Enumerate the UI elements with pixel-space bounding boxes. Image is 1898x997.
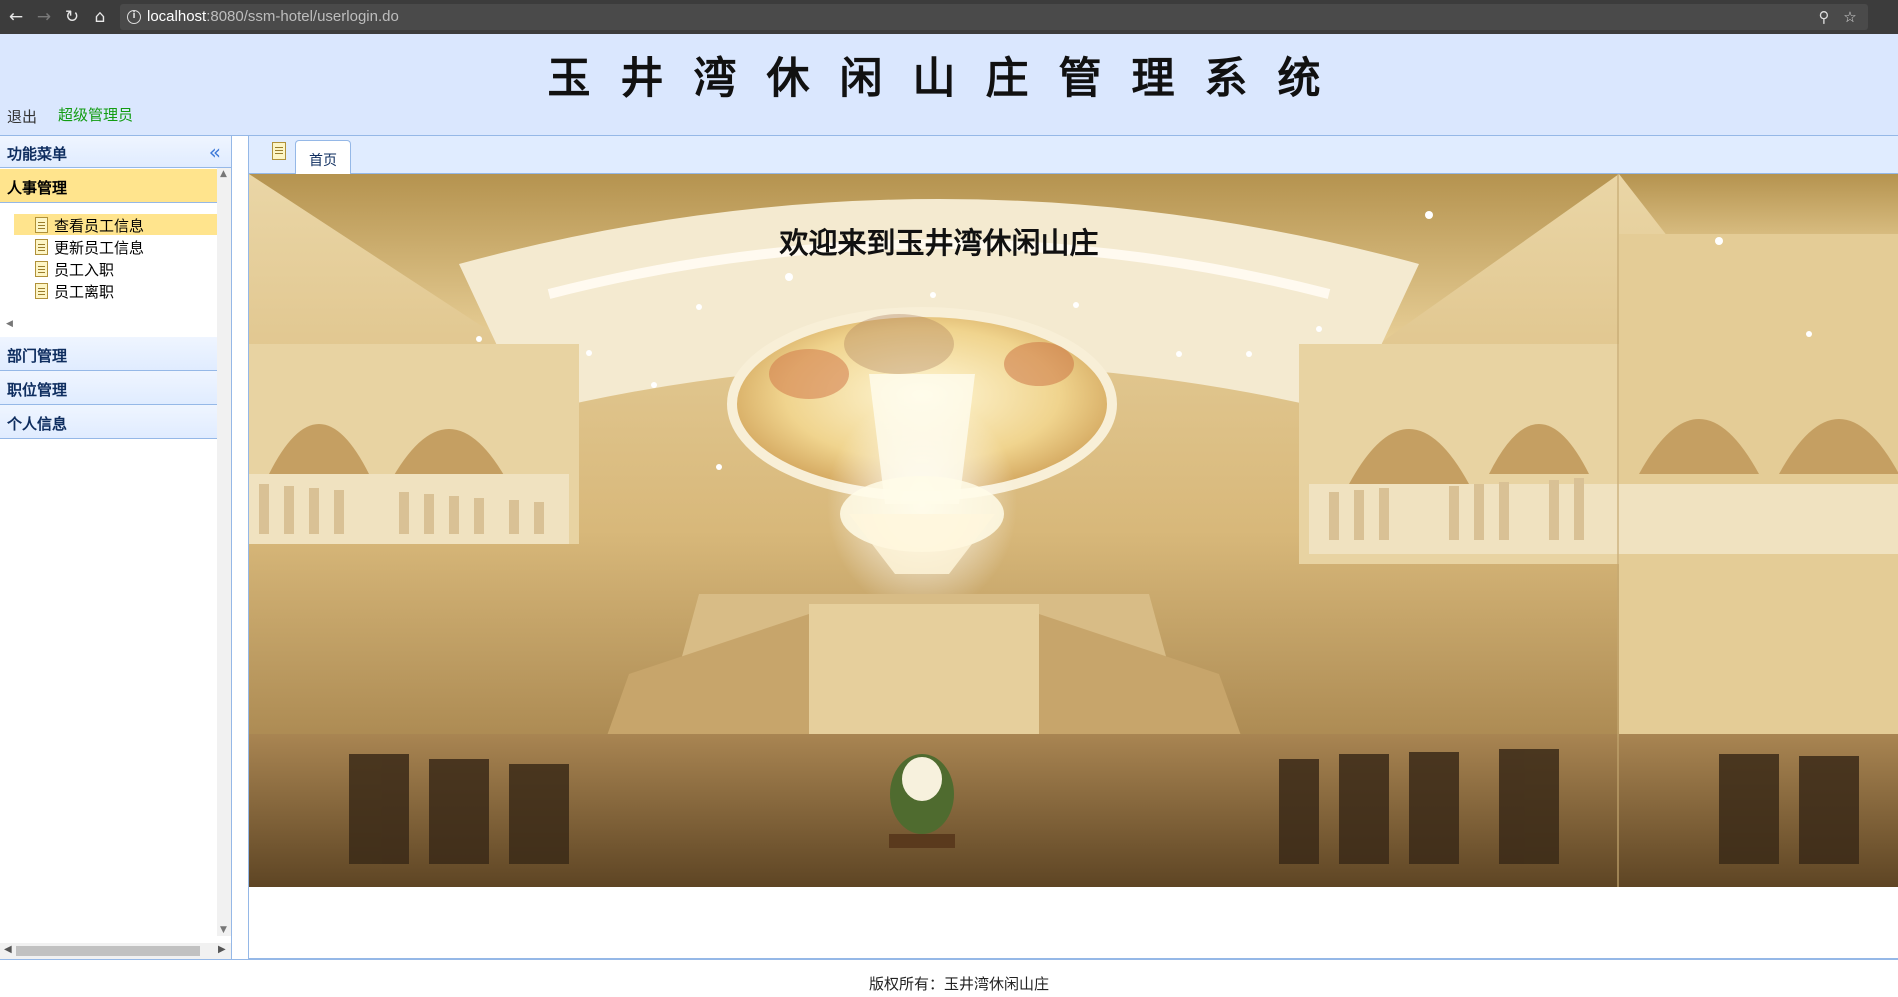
document-icon xyxy=(35,261,48,277)
copyright-text: 版权所有：玉井湾休闲山庄 xyxy=(868,975,1049,993)
scrollbar-thumb[interactable] xyxy=(16,946,200,956)
tab-content-home: 欢迎来到玉井湾休闲山庄 xyxy=(249,174,1898,959)
scroll-up-icon[interactable]: ▲ xyxy=(220,169,227,179)
system-title: 玉井湾休闲山庄管理系统 xyxy=(547,54,1351,104)
tree-item-label: 查看员工信息 xyxy=(54,217,145,235)
tree-item-label: 员工离职 xyxy=(54,283,115,301)
accordion-label: 职位管理 xyxy=(7,381,68,399)
scroll-left-icon[interactable]: ◀ xyxy=(4,944,12,955)
tree-item-employee-onboard[interactable]: 员工入职 xyxy=(14,258,218,279)
page-footer: 版权所有：玉井湾休闲山庄 xyxy=(0,959,1898,997)
menu-panel-title: 功能菜单 xyxy=(7,145,68,163)
browser-toolbar: ← → ↻ ⌂ i localhost:8080/ssm-hotel/userl… xyxy=(0,0,1898,34)
accordion-label: 部门管理 xyxy=(7,347,68,365)
back-icon[interactable]: ← xyxy=(4,5,28,29)
accordion-header-personnel[interactable]: 人事管理 ˆ xyxy=(0,169,231,203)
tabs-header: 首页 xyxy=(249,136,1898,175)
document-icon xyxy=(35,217,48,233)
tree-item-employee-leave[interactable]: 员工离职 xyxy=(14,280,218,301)
accordion-header-profile[interactable]: 个人信息 ˇ xyxy=(0,405,231,439)
accordion-label: 人事管理 xyxy=(7,179,68,197)
tree-item-label: 更新员工信息 xyxy=(54,239,145,257)
accordion-header-department[interactable]: 部门管理 ˇ xyxy=(0,337,231,371)
document-icon xyxy=(35,239,48,255)
url-text[interactable]: localhost:8080/ssm-hotel/userlogin.do xyxy=(147,8,399,25)
address-bar[interactable]: i localhost:8080/ssm-hotel/userlogin.do … xyxy=(120,4,1868,30)
menu-horizontal-scrollbar[interactable]: ◀ ▶ xyxy=(0,943,231,959)
username-label: 超级管理员 xyxy=(58,106,134,124)
tab-label: 首页 xyxy=(309,153,337,169)
forward-icon[interactable]: → xyxy=(32,5,56,29)
zoom-icon[interactable]: ⚲ xyxy=(1814,7,1834,27)
menu-panel-header: 功能菜单 « xyxy=(0,136,231,168)
tree-item-update-employee[interactable]: 更新员工信息 xyxy=(14,236,218,257)
menu-vertical-scrollbar[interactable]: ▲ ▼ xyxy=(217,168,231,936)
reload-icon[interactable]: ↻ xyxy=(60,5,84,29)
info-icon[interactable]: i xyxy=(127,10,141,24)
scroll-right-icon[interactable]: ▶ xyxy=(218,944,226,955)
document-icon xyxy=(269,140,289,162)
accordion-label: 个人信息 xyxy=(7,415,68,433)
document-icon xyxy=(35,283,48,299)
page-header: 玉井湾休闲山庄管理系统 退出 超级管理员 xyxy=(0,34,1898,136)
collapse-left-icon[interactable]: « xyxy=(209,140,221,164)
scroll-left-icon[interactable]: ◀ xyxy=(6,319,13,329)
tree-scrollbar[interactable]: ◀ ▶ xyxy=(2,319,228,332)
tab-home[interactable]: 首页 xyxy=(295,140,351,175)
tree-item-label: 员工入职 xyxy=(54,261,115,279)
function-menu-panel: 功能菜单 « 人事管理 ˆ 查看员工信息 更新员工信息 员工入职 员工离职 ◀ … xyxy=(0,136,232,959)
accordion-body-personnel: 查看员工信息 更新员工信息 员工入职 员工离职 ◀ ▶ xyxy=(0,204,231,336)
star-icon[interactable]: ☆ xyxy=(1840,7,1860,27)
accordion-header-position[interactable]: 职位管理 ˇ xyxy=(0,371,231,405)
home-icon[interactable]: ⌂ xyxy=(88,5,112,29)
tree-item-view-employee[interactable]: 查看员工信息 xyxy=(14,214,218,235)
welcome-text: 欢迎来到玉井湾休闲山庄 xyxy=(779,226,1099,260)
logout-link[interactable]: 退出 xyxy=(7,106,37,127)
hotel-lobby-image: 欢迎来到玉井湾休闲山庄 xyxy=(249,174,1898,887)
main-tabs-panel: 首页 欢迎来到玉井湾休闲山庄 xyxy=(248,136,1898,959)
scroll-down-icon[interactable]: ▼ xyxy=(220,925,227,935)
